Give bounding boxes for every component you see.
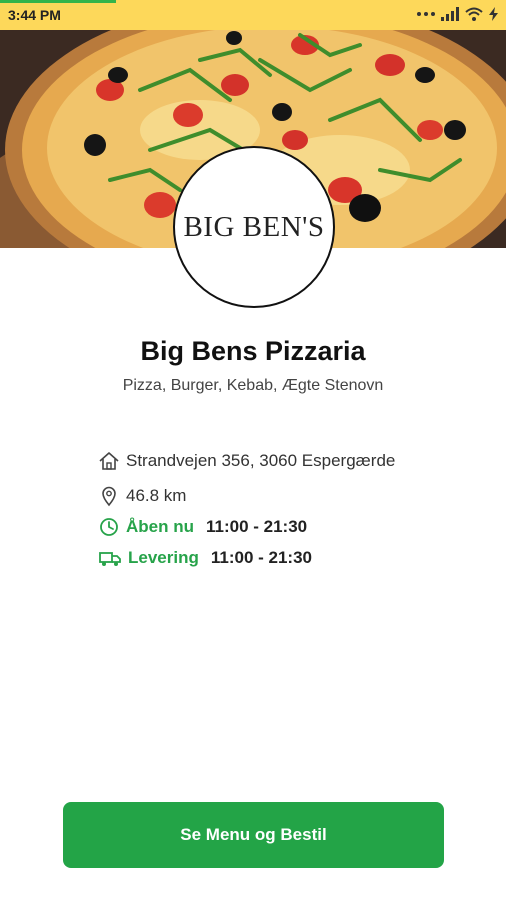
home-icon [99, 452, 119, 470]
delivery-label: Levering [128, 548, 199, 567]
status-icons [417, 7, 498, 21]
delivery-hours: 11:00 - 21:30 [210, 548, 312, 567]
open-status-label: Åben nu [126, 517, 194, 536]
dots-icon [417, 12, 435, 16]
opening-hours: 11:00 - 21:30 [206, 517, 308, 536]
status-time: 3:44 PM [8, 7, 61, 23]
restaurant-categories: Pizza, Burger, Kebab, Ægte Stenovn [122, 377, 384, 394]
distance-row: 46.8 km [98, 485, 186, 507]
delivery-hours-row: Levering 11:00 - 21:30 [98, 547, 312, 569]
loading-progress-bar [0, 0, 116, 3]
opening-hours-row: Åben nu 11:00 - 21:30 [98, 516, 307, 538]
logo-text: BIG BEN'S [183, 210, 325, 243]
restaurant-logo: BIG BEN'S [173, 146, 335, 308]
clock-icon [100, 518, 118, 536]
see-menu-order-button[interactable]: Se Menu og Bestil [63, 802, 444, 868]
signal-icon [441, 7, 459, 21]
status-bar: 3:44 PM [0, 0, 506, 30]
address-text: Strandvejen 356, 3060 Espergærde [126, 451, 396, 470]
distance-text: 46.8 km [126, 486, 187, 505]
charging-icon [489, 7, 498, 21]
restaurant-name: Big Bens Pizzaria [140, 336, 366, 366]
location-pin-icon [102, 486, 116, 507]
address-row: Strandvejen 356, 3060 Espergærde [98, 450, 395, 472]
delivery-truck-icon [99, 552, 121, 566]
wifi-icon [465, 7, 483, 21]
